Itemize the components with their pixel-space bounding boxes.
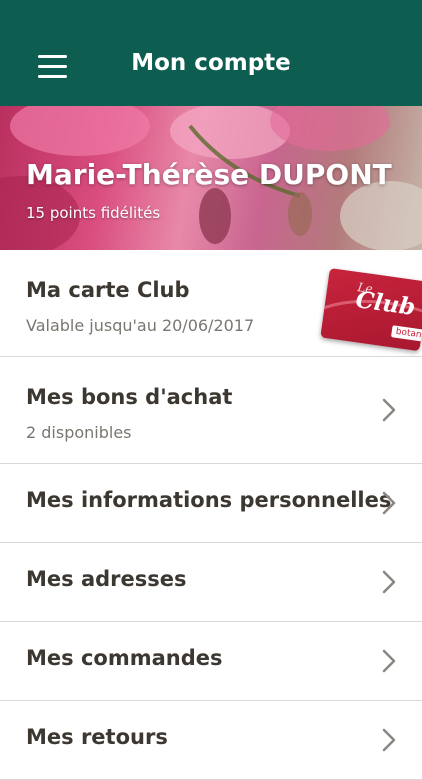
top-app-bar: Mon compte: [0, 0, 422, 106]
profile-banner: Marie-Thérèse DUPONT 15 points fidélités: [0, 106, 422, 250]
chevron-right-icon: [382, 570, 396, 594]
menu-item-title: Ma carte Club: [26, 278, 190, 302]
account-menu-list: Ma carte Club Valable jusqu'au 20/06/201…: [0, 250, 422, 780]
menu-item-vouchers[interactable]: Mes bons d'achat 2 disponibles: [0, 357, 422, 464]
chevron-right-icon: [382, 649, 396, 673]
menu-item-title: Mes adresses: [26, 567, 187, 591]
chevron-right-icon: [382, 491, 396, 515]
menu-item-title: Mes informations personnelles: [26, 488, 392, 512]
loyalty-points: 15 points fidélités: [26, 204, 161, 222]
user-name: Marie-Thérèse DUPONT: [26, 158, 392, 191]
page-title: Mon compte: [131, 50, 291, 76]
chevron-right-icon: [382, 398, 396, 422]
menu-item-title: Mes retours: [26, 725, 168, 749]
menu-item-personal-info[interactable]: Mes informations personnelles: [0, 464, 422, 543]
menu-item-subtitle: 2 disponibles: [26, 423, 132, 442]
menu-item-title: Mes bons d'achat: [26, 385, 233, 409]
chevron-right-icon: [382, 728, 396, 752]
menu-item-title: Mes commandes: [26, 646, 223, 670]
menu-item-returns[interactable]: Mes retours: [0, 701, 422, 780]
menu-item-addresses[interactable]: Mes adresses: [0, 543, 422, 622]
menu-item-orders[interactable]: Mes commandes: [0, 622, 422, 701]
club-card-thumbnail: Le Club botan: [320, 268, 422, 352]
menu-item-subtitle: Valable jusqu'au 20/06/2017: [26, 316, 255, 335]
menu-item-club-card[interactable]: Ma carte Club Valable jusqu'au 20/06/201…: [0, 250, 422, 357]
